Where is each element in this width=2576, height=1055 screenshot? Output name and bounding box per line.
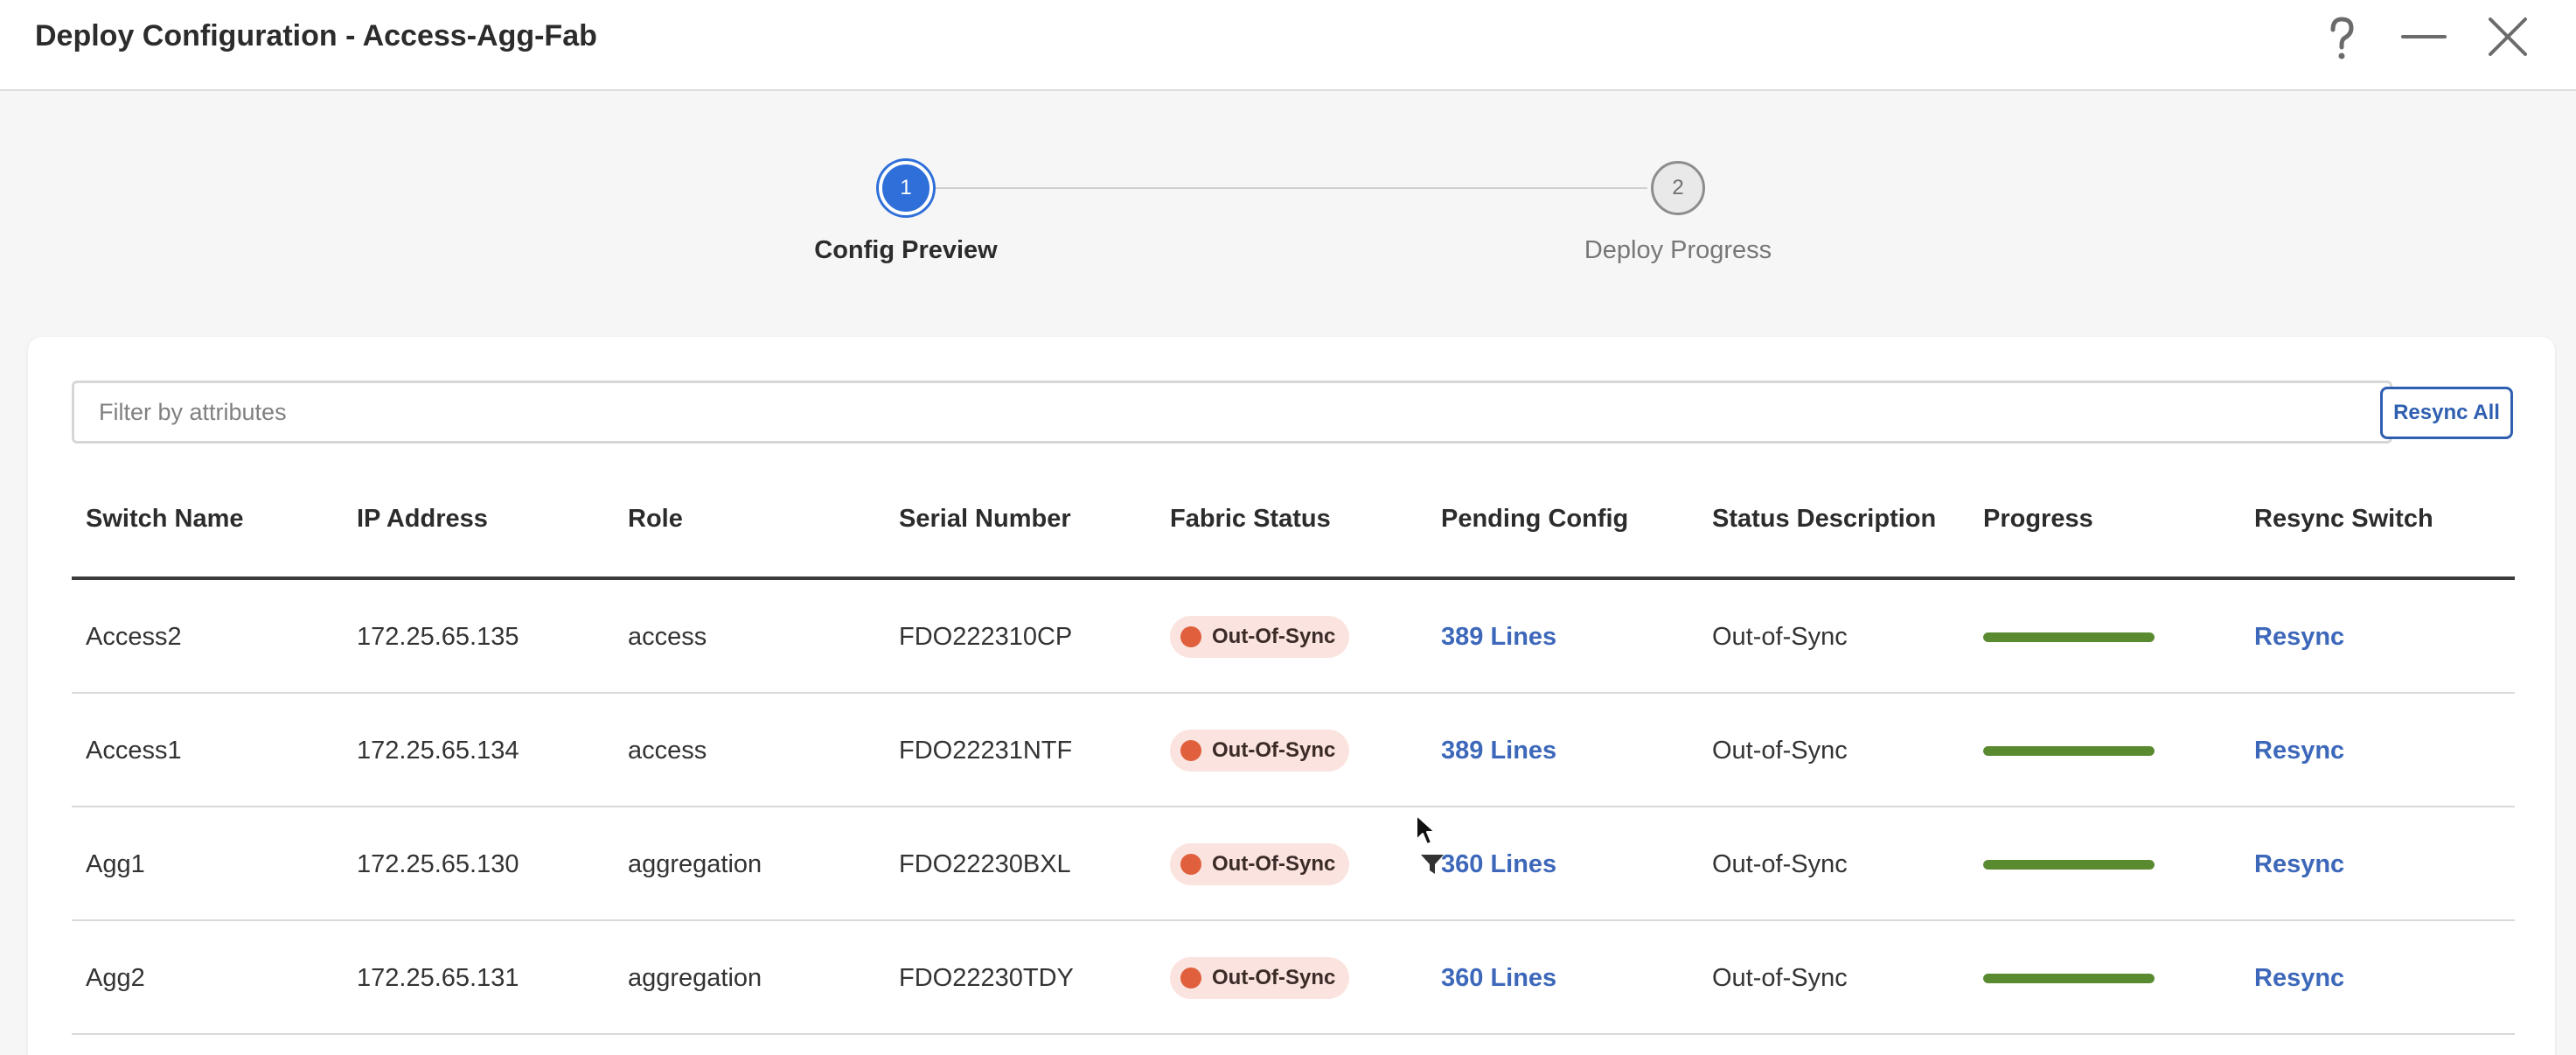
resync-link[interactable]: Resync — [2254, 850, 2344, 879]
serial-number-cell: FDO22231NTF — [899, 736, 1073, 765]
column-header-status-description[interactable]: Status Description — [1712, 505, 1936, 534]
mouse-pointer-icon — [1416, 814, 1436, 845]
fabric-status-cell: Out-Of-Sync — [1170, 921, 1350, 1035]
switch-name-cell: Agg2 — [86, 963, 145, 992]
ip-address-cell: 172.25.65.130 — [357, 849, 519, 878]
status-badge: Out-Of-Sync — [1170, 730, 1350, 772]
fabric-status-cell: Out-Of-Sync — [1170, 807, 1350, 921]
pending-config-cell: 389 Lines — [1441, 580, 1556, 694]
status-dot-icon — [1180, 626, 1201, 647]
progress-cell — [1983, 580, 2155, 694]
status-dot-icon — [1180, 740, 1201, 761]
switch-name-cell: Agg1 — [86, 849, 145, 878]
progress-bar — [1983, 973, 2155, 983]
title-bar: Deploy Configuration - Access-Agg-Fab — [0, 0, 2576, 91]
progress-bar — [1983, 632, 2155, 642]
column-header-ip-address[interactable]: IP Address — [357, 505, 488, 534]
switch-name-cell: Access1 — [86, 736, 182, 765]
serial-number-cell: FDO22230BXL — [899, 849, 1071, 878]
resync-all-button[interactable]: Resync All — [2380, 387, 2513, 439]
resync-link[interactable]: Resync — [2254, 737, 2344, 765]
resync-cell: Resync — [2254, 580, 2344, 694]
pending-config-cell: 360 Lines — [1441, 921, 1556, 1035]
resync-link[interactable]: Resync — [2254, 623, 2344, 652]
status-badge: Out-Of-Sync — [1170, 843, 1350, 885]
pending-config-link[interactable]: 389 Lines — [1441, 623, 1556, 652]
column-header-progress[interactable]: Progress — [1983, 505, 2093, 534]
progress-bar-fill — [1983, 745, 2155, 756]
progress-bar — [1983, 859, 2155, 870]
pending-config-link[interactable]: 389 Lines — [1441, 737, 1556, 765]
table-row[interactable]: Access1 172.25.65.134 access FDO22231NTF… — [72, 694, 2515, 807]
pending-config-link[interactable]: 360 Lines — [1441, 964, 1556, 993]
table-header: Switch Name IP Address Role Serial Numbe… — [72, 466, 2515, 580]
wizard-stepper: 1 Config Preview 2 Deploy Progress — [0, 91, 2576, 336]
dialog-title: Deploy Configuration - Access-Agg-Fab — [35, 19, 597, 52]
pending-config-cell: 360 Lines — [1441, 807, 1556, 921]
status-badge-label: Out-Of-Sync — [1212, 852, 1336, 876]
role-cell: access — [628, 622, 707, 651]
config-preview-panel: Resync All Switch Name IP Address Role S… — [28, 337, 2555, 1055]
progress-cell — [1983, 694, 2155, 807]
resync-cell: Resync — [2254, 694, 2344, 807]
column-header-switch-name[interactable]: Switch Name — [86, 505, 244, 534]
column-header-role[interactable]: Role — [628, 505, 683, 534]
progress-cell — [1983, 807, 2155, 921]
minimize-icon — [2401, 35, 2447, 38]
ip-address-cell: 172.25.65.134 — [357, 736, 519, 765]
status-badge-label: Out-Of-Sync — [1212, 966, 1336, 989]
progress-bar-fill — [1983, 632, 2155, 642]
status-badge: Out-Of-Sync — [1170, 957, 1350, 999]
help-button[interactable] — [2315, 12, 2368, 65]
status-badge-label: Out-Of-Sync — [1212, 625, 1336, 648]
table-row[interactable]: Agg1 172.25.65.130 aggregation FDO22230B… — [72, 807, 2515, 921]
role-cell: aggregation — [628, 849, 762, 878]
role-cell: access — [628, 736, 707, 765]
status-description-cell: Out-of-Sync — [1712, 963, 1848, 992]
close-button[interactable] — [2482, 12, 2534, 65]
status-dot-icon — [1180, 968, 1201, 989]
help-icon — [2330, 17, 2354, 59]
step-1-label: Config Preview — [814, 236, 998, 264]
resync-cell: Resync — [2254, 921, 2344, 1035]
resync-link[interactable]: Resync — [2254, 964, 2344, 993]
progress-bar-fill — [1983, 859, 2155, 870]
serial-number-cell: FDO222310CP — [899, 622, 1073, 651]
column-header-fabric-status[interactable]: Fabric Status — [1170, 505, 1331, 534]
ip-address-cell: 172.25.65.135 — [357, 622, 519, 651]
step-2-label: Deploy Progress — [1584, 236, 1772, 264]
status-description-cell: Out-of-Sync — [1712, 849, 1848, 878]
filter-input[interactable] — [72, 381, 2392, 444]
fabric-status-cell: Out-Of-Sync — [1170, 580, 1350, 694]
column-header-resync-switch[interactable]: Resync Switch — [2254, 505, 2433, 534]
table-row[interactable]: Access2 172.25.65.135 access FDO222310CP… — [72, 580, 2515, 694]
status-badge-label: Out-Of-Sync — [1212, 738, 1336, 762]
close-icon — [2489, 17, 2527, 56]
switch-name-cell: Access2 — [86, 622, 182, 651]
table-row[interactable]: Agg2 172.25.65.131 aggregation FDO22230T… — [72, 921, 2515, 1035]
fabric-status-cell: Out-Of-Sync — [1170, 694, 1350, 807]
resync-cell: Resync — [2254, 807, 2344, 921]
step-1-indicator: 1 — [879, 161, 933, 215]
serial-number-cell: FDO22230TDY — [899, 963, 1074, 992]
stepper-connector — [932, 187, 1647, 189]
column-header-pending-config[interactable]: Pending Config — [1441, 505, 1628, 534]
role-cell: aggregation — [628, 963, 762, 992]
progress-bar-fill — [1983, 973, 2155, 983]
ip-address-cell: 172.25.65.131 — [357, 963, 519, 992]
status-description-cell: Out-of-Sync — [1712, 736, 1848, 765]
column-header-serial-number[interactable]: Serial Number — [899, 505, 1071, 534]
status-badge: Out-Of-Sync — [1170, 616, 1350, 658]
minimize-button[interactable] — [2398, 12, 2450, 65]
progress-bar — [1983, 745, 2155, 756]
pending-config-cell: 389 Lines — [1441, 694, 1556, 807]
pending-config-link[interactable]: 360 Lines — [1441, 850, 1556, 879]
step-2-indicator: 2 — [1651, 161, 1705, 215]
status-dot-icon — [1180, 854, 1201, 875]
progress-cell — [1983, 921, 2155, 1035]
status-description-cell: Out-of-Sync — [1712, 622, 1848, 651]
